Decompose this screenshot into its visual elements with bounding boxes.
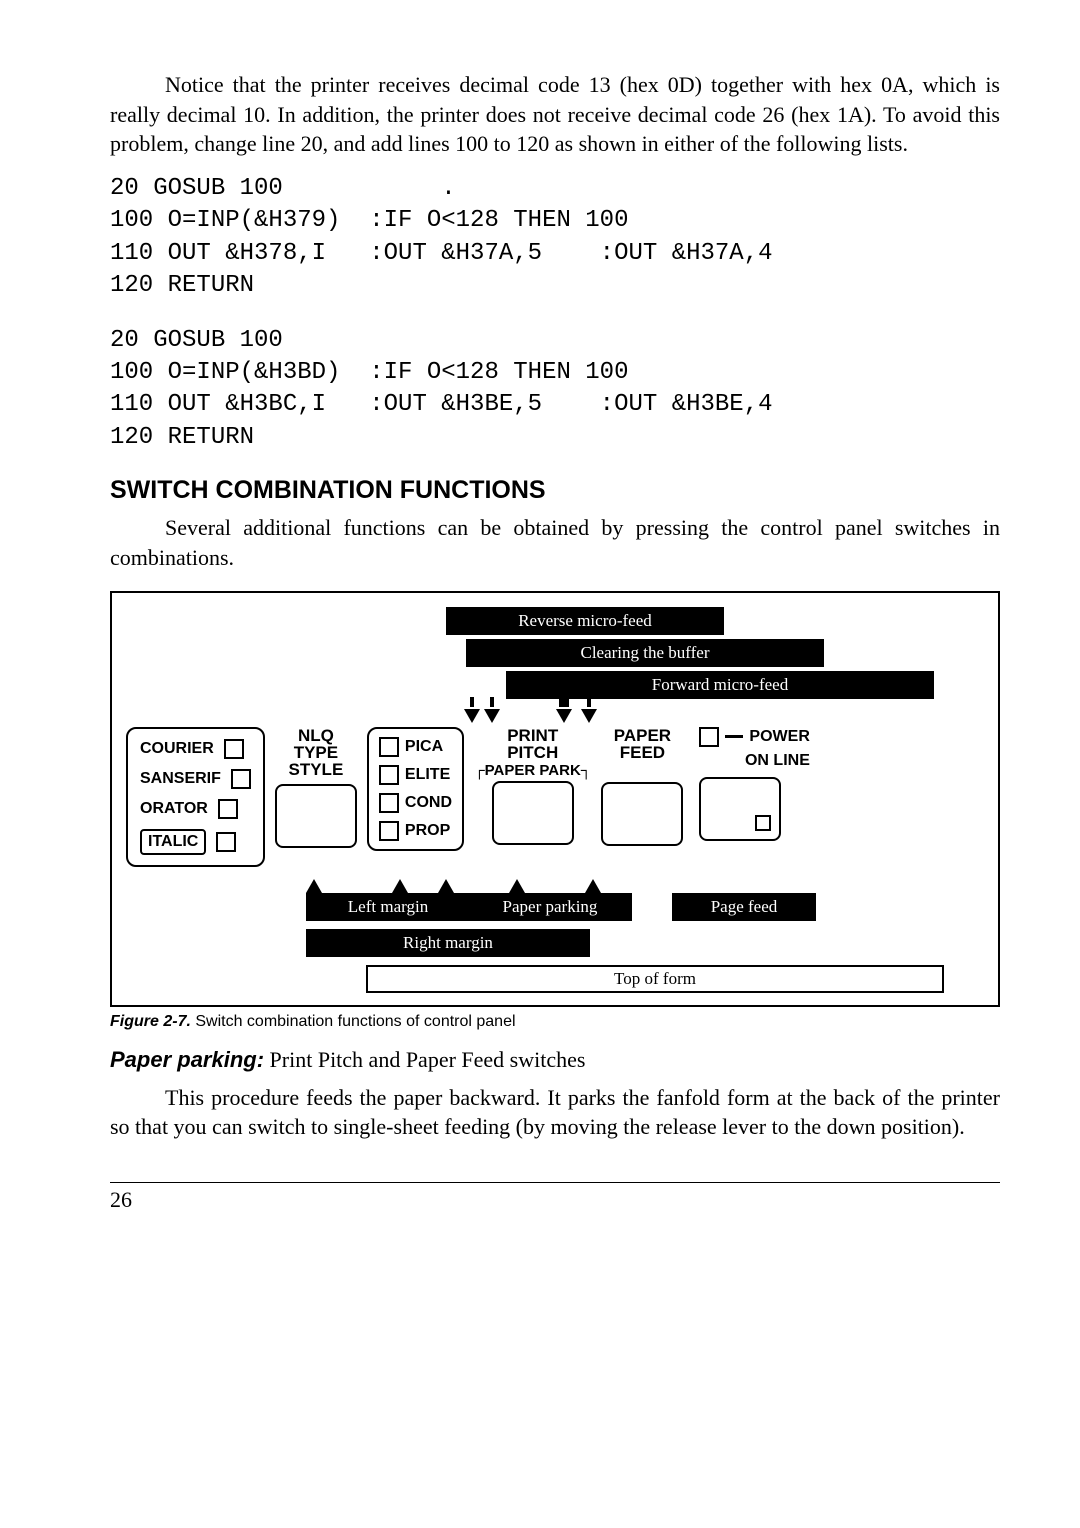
label-nlq-type: TYPE (289, 744, 344, 761)
key-paper-feed[interactable] (601, 782, 683, 846)
led-pica (379, 737, 399, 757)
key-print-pitch[interactable] (492, 781, 574, 845)
label-italic: ITALIC (140, 829, 206, 855)
bar-clearing-buffer: Clearing the buffer (466, 639, 824, 667)
label-paperpark: PAPER PARK (485, 762, 581, 779)
led-orator (218, 799, 238, 819)
led-elite (379, 765, 399, 785)
led-sanserif (231, 769, 251, 789)
label-cond: COND (405, 794, 452, 812)
label-feed: FEED (614, 744, 671, 761)
label-print: PRINT (507, 727, 558, 744)
label-elite: ELITE (405, 766, 450, 784)
code-listing-2: 20 GOSUB 100 100 O=INP(&H3BD) :IF O<128 … (110, 325, 1000, 455)
label-pica: PICA (405, 738, 443, 756)
label-paper: PAPER (614, 727, 671, 744)
label-sanserif: SANSERIF (140, 770, 221, 788)
label-power: POWER (749, 729, 809, 745)
bar-left-margin: Left margin (306, 893, 470, 921)
key-on-line[interactable] (699, 777, 781, 841)
figure-caption: Figure 2-7. Switch combination functions… (110, 1013, 1000, 1031)
led-cond (379, 793, 399, 813)
bar-paper-parking: Paper parking (470, 893, 632, 921)
key-nlq-style[interactable] (275, 784, 357, 848)
pitch-box: PICA ELITE COND PROP (367, 727, 464, 851)
intro-paragraph: Notice that the printer receives decimal… (110, 70, 1000, 159)
led-power (699, 727, 719, 747)
label-nlq: NLQ (289, 727, 344, 744)
label-prop: PROP (405, 822, 450, 840)
section-paragraph: Several additional functions can be obta… (110, 513, 1000, 572)
font-style-box: COURIER SANSERIF ORATOR ITALIC (126, 727, 265, 867)
footer-rule (110, 1182, 1000, 1183)
label-nlq-style: STYLE (289, 761, 344, 778)
label-online: ON LINE (745, 753, 810, 769)
bar-page-feed: Page feed (672, 893, 816, 921)
bar-forward-microfeed: Forward micro-feed (506, 671, 934, 699)
code-listing-1: 20 GOSUB 100 . 100 O=INP(&H379) :IF O<12… (110, 173, 1000, 303)
section-heading: SWITCH COMBINATION FUNCTIONS (110, 476, 1000, 505)
led-italic (216, 832, 236, 852)
label-print-pitch: PITCH (507, 744, 558, 761)
label-orator: ORATOR (140, 800, 208, 818)
label-courier: COURIER (140, 740, 214, 758)
bar-reverse-microfeed: Reverse micro-feed (446, 607, 724, 635)
bar-right-margin: Right margin (306, 929, 590, 957)
led-online (755, 815, 771, 831)
led-courier (224, 739, 244, 759)
body-paragraph-2: This procedure feeds the paper backward.… (110, 1083, 1000, 1142)
figure-control-panel: Reverse micro-feed Clearing the buffer F… (110, 591, 1000, 1007)
page-number: 26 (110, 1187, 1000, 1213)
led-prop (379, 821, 399, 841)
subsection-heading: Paper parking: Print Pitch and Paper Fee… (110, 1047, 1000, 1073)
bar-top-of-form: Top of form (366, 965, 944, 993)
